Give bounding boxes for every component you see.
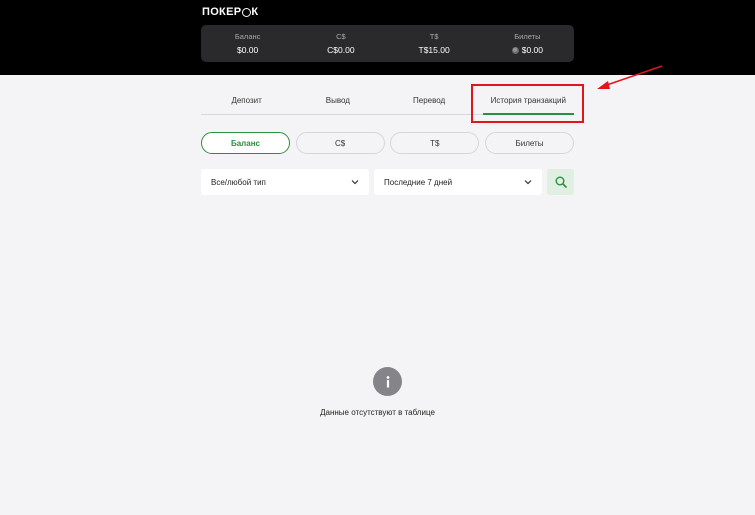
ts-label: T$: [429, 32, 439, 41]
ticket-icon: ◎: [511, 46, 519, 54]
info-icon: [373, 367, 402, 396]
period-select[interactable]: Последние 7 дней: [374, 169, 542, 195]
tab-withdraw[interactable]: Вывод: [292, 86, 383, 114]
balance-main: Баланс $0.00: [201, 25, 294, 62]
balance-label: Баланс: [234, 32, 261, 41]
tickets-label: Билеты: [514, 32, 541, 41]
balance-value: $0.00: [236, 45, 259, 55]
currency-pills: Баланс C$ T$ Билеты: [201, 132, 574, 154]
filters-row: Все/любой тип Последние 7 дней: [201, 169, 574, 195]
cs-value: C$0.00: [327, 45, 355, 55]
type-select[interactable]: Все/любой тип: [201, 169, 369, 195]
balance-tickets: Билеты ◎ $0.00: [481, 25, 574, 62]
balance-ts: T$ T$15.00: [388, 25, 481, 62]
pill-ts[interactable]: T$: [390, 132, 480, 154]
empty-state-message: Данные отсутствуют в таблице: [320, 408, 435, 417]
balance-panel: Баланс $0.00 C$ C$0.00 T$ T$15.00 Билеты…: [201, 25, 574, 62]
tickets-value-wrap: ◎ $0.00: [511, 45, 544, 55]
period-select-value: Последние 7 дней: [384, 177, 453, 187]
annotation-arrow: [597, 65, 663, 89]
tickets-value: $0.00: [521, 45, 544, 55]
search-button[interactable]: [547, 169, 574, 195]
chevron-down-icon: [524, 180, 532, 185]
balance-cs: C$ C$0.00: [294, 25, 387, 62]
logo-text-part1: ПОКЕР: [202, 6, 242, 18]
search-icon: [555, 176, 567, 188]
pill-cs[interactable]: C$: [295, 132, 385, 154]
ts-value: T$15.00: [418, 45, 450, 55]
top-bar: ПОКЕР К Баланс $0.00 C$ C$0.00 T$ T$15.00…: [0, 0, 755, 75]
pill-tickets[interactable]: Билеты: [484, 132, 574, 154]
tab-transfer[interactable]: Перевод: [384, 86, 475, 114]
cs-label: C$: [336, 32, 346, 41]
logo[interactable]: ПОКЕР К: [202, 6, 258, 18]
pill-balance[interactable]: Баланс: [201, 132, 290, 154]
chevron-down-icon: [351, 180, 359, 185]
annotation-highlight-box: [471, 84, 584, 123]
type-select-value: Все/любой тип: [211, 177, 266, 187]
logo-o-mark: [241, 7, 251, 17]
tab-deposit[interactable]: Депозит: [201, 86, 292, 114]
logo-text-part2: К: [251, 6, 259, 18]
